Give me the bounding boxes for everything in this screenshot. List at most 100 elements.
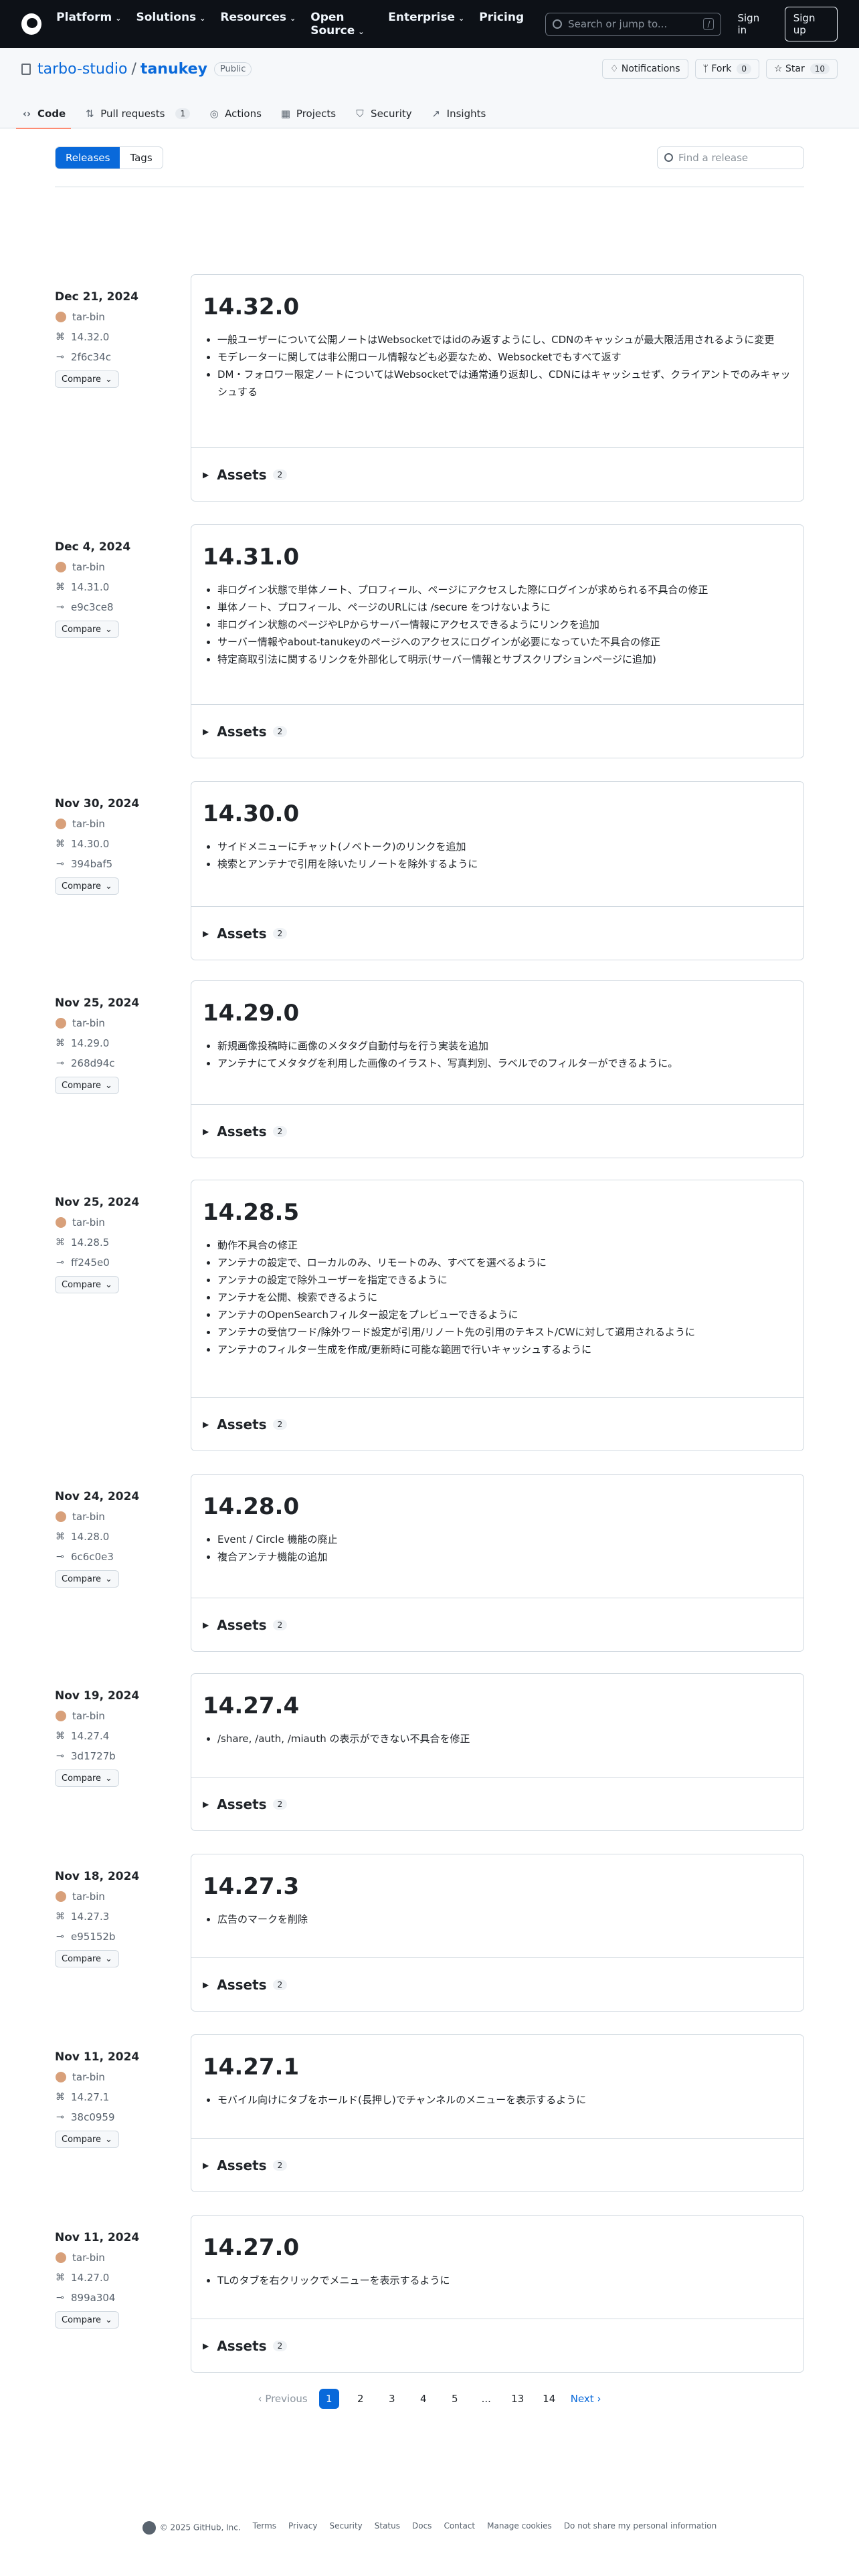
- release-title[interactable]: 14.32.0: [203, 294, 792, 320]
- repo-name-link[interactable]: tanukey: [140, 61, 207, 78]
- releases-tab[interactable]: Releases: [56, 146, 120, 169]
- release-commit[interactable]: ⊸ 6c6c0e3: [55, 1550, 182, 1564]
- next-page-button[interactable]: Next ›: [571, 2393, 601, 2405]
- assets-toggle[interactable]: ▶ Assets 2: [191, 1957, 803, 2011]
- compare-button[interactable]: Compare ⌄: [55, 1570, 119, 1588]
- assets-toggle[interactable]: ▶ Assets 2: [191, 1104, 803, 1158]
- release-commit[interactable]: ⊸ 899a304: [55, 2291, 182, 2304]
- page-link[interactable]: 14: [539, 2389, 559, 2409]
- page-link[interactable]: 2: [351, 2389, 371, 2409]
- release-commit[interactable]: ⊸ 394baf5: [55, 857, 182, 871]
- release-tag[interactable]: ⌘ 14.30.0: [55, 837, 182, 851]
- star-button[interactable]: ☆ Star 10: [765, 59, 838, 79]
- compare-button[interactable]: Compare ⌄: [55, 2131, 119, 2148]
- release-tag[interactable]: ⌘ 14.27.3: [55, 1910, 182, 1923]
- release-author[interactable]: tar-bin: [55, 1890, 182, 1903]
- assets-toggle[interactable]: ▶ Assets 2: [191, 447, 803, 501]
- nav-resources[interactable]: Resources ⌄: [220, 11, 296, 37]
- fork-button[interactable]: ᛘ Fork 0: [694, 59, 759, 79]
- compare-button[interactable]: Compare ⌄: [55, 1950, 119, 1967]
- release-author[interactable]: tar-bin: [55, 310, 182, 324]
- page-link[interactable]: 4: [413, 2389, 434, 2409]
- nav-solutions[interactable]: Solutions ⌄: [136, 11, 205, 37]
- footer-link[interactable]: Privacy: [288, 2521, 317, 2535]
- tab-security[interactable]: ⛉ Security: [355, 99, 411, 128]
- release-commit[interactable]: ⊸ 3d1727b: [55, 1749, 182, 1763]
- release-title[interactable]: 14.27.1: [203, 2054, 792, 2080]
- assets-toggle[interactable]: ▶ Assets 2: [191, 1777, 803, 1830]
- tab-projects[interactable]: ▦ Projects: [280, 99, 336, 128]
- footer-link[interactable]: Status: [375, 2521, 400, 2535]
- compare-button[interactable]: Compare ⌄: [55, 370, 119, 388]
- nav-enterprise[interactable]: Enterprise ⌄: [388, 11, 464, 37]
- footer-link[interactable]: Docs: [412, 2521, 432, 2535]
- footer-link[interactable]: Do not share my personal information: [564, 2521, 717, 2535]
- release-author[interactable]: tar-bin: [55, 1216, 182, 1229]
- release-tag[interactable]: ⌘ 14.31.0: [55, 580, 182, 594]
- compare-button[interactable]: Compare ⌄: [55, 1769, 119, 1787]
- assets-toggle[interactable]: ▶ Assets 2: [191, 1598, 803, 1651]
- release-title[interactable]: 14.31.0: [203, 544, 792, 570]
- release-author[interactable]: tar-bin: [55, 817, 182, 831]
- release-tag[interactable]: ⌘ 14.27.0: [55, 2271, 182, 2284]
- release-title[interactable]: 14.29.0: [203, 1000, 792, 1027]
- release-commit[interactable]: ⊸ ff245e0: [55, 1256, 182, 1269]
- release-tag[interactable]: ⌘ 14.29.0: [55, 1037, 182, 1050]
- footer-link[interactable]: Manage cookies: [487, 2521, 552, 2535]
- assets-toggle[interactable]: ▶ Assets 2: [191, 704, 803, 758]
- compare-button[interactable]: Compare ⌄: [55, 877, 119, 895]
- nav-platform[interactable]: Platform ⌄: [56, 11, 121, 37]
- release-tag[interactable]: ⌘ 14.32.0: [55, 330, 182, 344]
- assets-toggle[interactable]: ▶ Assets 2: [191, 1397, 803, 1451]
- tags-tab[interactable]: Tags: [120, 147, 162, 169]
- assets-toggle[interactable]: ▶ Assets 2: [191, 2138, 803, 2191]
- compare-button[interactable]: Compare ⌄: [55, 1077, 119, 1094]
- release-author[interactable]: tar-bin: [55, 1016, 182, 1030]
- compare-button[interactable]: Compare ⌄: [55, 2311, 119, 2329]
- tab-pull-requests[interactable]: ⇅ Pull requests 1: [84, 99, 191, 128]
- release-commit[interactable]: ⊸ 2f6c34c: [55, 350, 182, 364]
- footer-link[interactable]: Terms: [253, 2521, 276, 2535]
- assets-toggle[interactable]: ▶ Assets 2: [191, 2319, 803, 2372]
- release-title[interactable]: 14.28.5: [203, 1199, 792, 1226]
- page-link[interactable]: 3: [382, 2389, 402, 2409]
- release-title[interactable]: 14.27.4: [203, 1693, 792, 1719]
- release-tag[interactable]: ⌘ 14.27.4: [55, 1729, 182, 1743]
- compare-button[interactable]: Compare ⌄: [55, 621, 119, 638]
- footer-link[interactable]: Contact: [444, 2521, 475, 2535]
- tab-code[interactable]: ‹› Code: [15, 99, 72, 129]
- github-logo[interactable]: [21, 13, 42, 35]
- release-commit[interactable]: ⊸ e95152b: [55, 1930, 182, 1943]
- release-commit[interactable]: ⊸ e9c3ce8: [55, 601, 182, 614]
- release-title[interactable]: 14.30.0: [203, 800, 792, 827]
- release-tag[interactable]: ⌘ 14.27.1: [55, 2090, 182, 2104]
- page-link[interactable]: 5: [445, 2389, 465, 2409]
- page-link[interactable]: 13: [508, 2389, 528, 2409]
- sign-in-link[interactable]: Sign in: [737, 12, 769, 36]
- nav-open-source[interactable]: Open Source ⌄: [310, 11, 373, 37]
- release-author[interactable]: tar-bin: [55, 1709, 182, 1723]
- release-title[interactable]: 14.27.3: [203, 1873, 792, 1900]
- release-tag[interactable]: ⌘ 14.28.0: [55, 1530, 182, 1543]
- release-author[interactable]: tar-bin: [55, 560, 182, 574]
- sign-up-button[interactable]: Sign up: [784, 7, 838, 41]
- footer-link[interactable]: Security: [329, 2521, 362, 2535]
- release-title[interactable]: 14.28.0: [203, 1493, 792, 1520]
- assets-toggle[interactable]: ▶ Assets 2: [191, 906, 803, 960]
- global-search[interactable]: Search or jump to... /: [545, 12, 722, 36]
- release-author[interactable]: tar-bin: [55, 2070, 182, 2084]
- repo-owner-link[interactable]: tarbo-studio: [37, 61, 128, 78]
- compare-button[interactable]: Compare ⌄: [55, 1276, 119, 1293]
- find-release-input[interactable]: Find a release: [657, 146, 804, 169]
- tab-actions[interactable]: ◎ Actions: [209, 99, 262, 128]
- page-link[interactable]: 1: [318, 2389, 339, 2409]
- release-tag[interactable]: ⌘ 14.28.5: [55, 1236, 182, 1249]
- release-title[interactable]: 14.27.0: [203, 2234, 792, 2261]
- release-author[interactable]: tar-bin: [55, 2251, 182, 2264]
- release-commit[interactable]: ⊸ 38c0959: [55, 2111, 182, 2124]
- nav-pricing[interactable]: Pricing: [479, 11, 524, 37]
- notifications-button[interactable]: ♢ Notifications: [601, 59, 688, 79]
- tab-insights[interactable]: ↗ Insights: [431, 99, 486, 128]
- release-commit[interactable]: ⊸ 268d94c: [55, 1057, 182, 1070]
- release-author[interactable]: tar-bin: [55, 1510, 182, 1523]
